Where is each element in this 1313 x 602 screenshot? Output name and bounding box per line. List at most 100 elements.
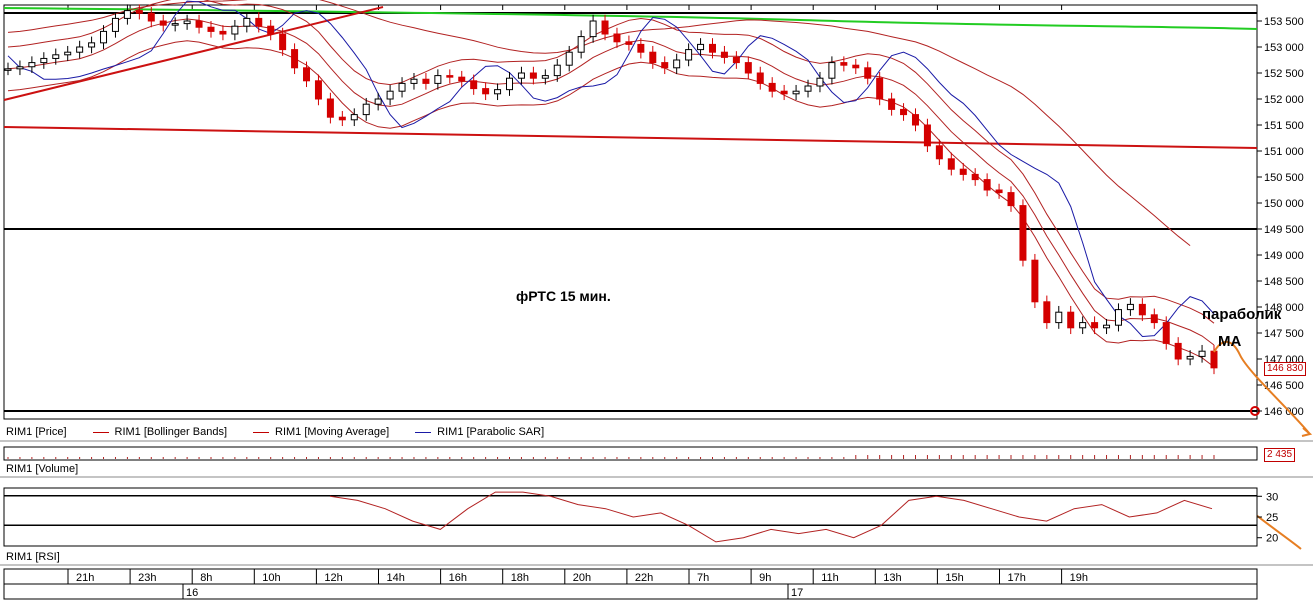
candle-body bbox=[720, 51, 728, 58]
candle-body bbox=[935, 145, 943, 160]
volume-label[interactable]: RIM1 [Volume] bbox=[6, 463, 78, 475]
y-tick-label: 147 500 bbox=[1264, 328, 1304, 340]
candle-body bbox=[577, 36, 585, 53]
time-label: 11h bbox=[821, 572, 839, 584]
rsi-label[interactable]: RIM1 [RSI] bbox=[6, 551, 60, 563]
time-label: 17h bbox=[1008, 572, 1026, 584]
candle-body bbox=[303, 67, 311, 82]
candle-body bbox=[649, 51, 657, 64]
candle-body bbox=[995, 189, 1003, 194]
candle-body bbox=[52, 54, 60, 59]
date-label: 16 bbox=[186, 587, 198, 599]
candle-body bbox=[4, 68, 12, 71]
candle-body bbox=[410, 78, 418, 84]
candle-body bbox=[911, 114, 919, 126]
sar-swatch bbox=[415, 431, 432, 433]
candle-body bbox=[314, 80, 322, 100]
candle-body bbox=[1114, 309, 1122, 326]
candle-body bbox=[135, 10, 143, 14]
candle-body bbox=[625, 41, 633, 45]
legend-bollinger[interactable]: RIM1 [Bollinger Bands] bbox=[92, 426, 227, 438]
legend-parabolic-sar[interactable]: RIM1 [Parabolic SAR] bbox=[415, 426, 544, 438]
candle-body bbox=[685, 49, 693, 61]
time-label: 13h bbox=[883, 572, 901, 584]
candle-body bbox=[123, 10, 131, 19]
candle-body bbox=[470, 80, 478, 90]
bollinger-swatch bbox=[92, 431, 109, 433]
time-label: 21h bbox=[76, 572, 94, 584]
candle-body bbox=[506, 77, 514, 91]
candle-body bbox=[768, 82, 776, 92]
candle-body bbox=[565, 51, 573, 66]
candle-body bbox=[16, 66, 24, 70]
candle-body bbox=[1174, 342, 1182, 360]
candle-body bbox=[601, 20, 609, 35]
candle-body bbox=[291, 49, 299, 69]
candle-body bbox=[1150, 314, 1158, 324]
y-tick-label: 153 500 bbox=[1264, 16, 1304, 28]
candle-body bbox=[1007, 192, 1015, 207]
candle-body bbox=[1126, 303, 1134, 311]
candle-body bbox=[947, 158, 955, 170]
candle-body bbox=[267, 25, 275, 35]
time-label: 14h bbox=[387, 572, 405, 584]
volume-last-tag: 2 435 bbox=[1264, 448, 1296, 462]
candle-body bbox=[183, 20, 191, 25]
candle-body bbox=[1091, 322, 1099, 329]
candle-body bbox=[1210, 350, 1218, 369]
y-tick-label: 149 000 bbox=[1264, 250, 1304, 262]
candle-body bbox=[494, 89, 502, 95]
candle-body bbox=[64, 51, 72, 56]
candle-body bbox=[971, 173, 979, 181]
candle-body bbox=[40, 57, 48, 64]
candle-body bbox=[1067, 311, 1075, 329]
candle-body bbox=[482, 88, 490, 95]
rsi-tick-label: 25 bbox=[1266, 512, 1278, 524]
chart-canvas: 153 500 153 000 152 500 152 000 151 500 151 0… bbox=[0, 0, 1313, 600]
candle-body bbox=[279, 33, 287, 51]
legend-price[interactable]: RIM1 [Price] bbox=[6, 426, 67, 438]
candle-body bbox=[541, 75, 549, 79]
time-label: 10h bbox=[262, 572, 280, 584]
candle-body bbox=[1043, 301, 1051, 324]
candle-body bbox=[195, 20, 203, 28]
chart-legend: RIM1 [Price] RIM1 [Bollinger Bands] RIM1… bbox=[6, 425, 570, 439]
candle-body bbox=[243, 17, 251, 27]
time-label: 15h bbox=[945, 572, 963, 584]
candle-body bbox=[111, 17, 119, 32]
candle-body bbox=[637, 43, 645, 53]
y-tick-label: 150 000 bbox=[1264, 198, 1304, 210]
y-tick-label: 149 500 bbox=[1264, 224, 1304, 236]
candle-body bbox=[159, 20, 167, 26]
time-label: 9h bbox=[759, 572, 771, 584]
candle-body bbox=[446, 75, 454, 78]
time-label: 7h bbox=[697, 572, 709, 584]
ma-swatch bbox=[253, 431, 270, 433]
y-tick-label: 148 500 bbox=[1264, 276, 1304, 288]
candle-body bbox=[1198, 350, 1206, 357]
y-tick-label: 151 500 bbox=[1264, 120, 1304, 132]
legend-moving-average[interactable]: RIM1 [Moving Average] bbox=[253, 426, 389, 438]
time-label: 19h bbox=[1070, 572, 1088, 584]
candle-body bbox=[744, 62, 752, 74]
candle-body bbox=[613, 33, 621, 43]
y-tick-label: 152 000 bbox=[1264, 94, 1304, 106]
candle-body bbox=[458, 76, 466, 82]
chart-title: фРТС 15 мин. bbox=[516, 288, 611, 304]
candle-body bbox=[231, 25, 239, 35]
candle-body bbox=[1031, 259, 1039, 303]
time-label: 20h bbox=[573, 572, 591, 584]
candle-body bbox=[1186, 355, 1194, 360]
candle-body bbox=[350, 114, 358, 121]
candle-body bbox=[28, 62, 36, 68]
time-label: 23h bbox=[138, 572, 156, 584]
annotation-ma: МА bbox=[1218, 333, 1242, 350]
candle-body bbox=[1103, 324, 1111, 329]
candle-body bbox=[338, 116, 346, 121]
y-tick-label: 146 000 bbox=[1264, 406, 1304, 418]
candle-body bbox=[673, 59, 681, 69]
time-label: 18h bbox=[511, 572, 529, 584]
candle-body bbox=[147, 12, 155, 22]
y-tick-label: 151 000 bbox=[1264, 146, 1304, 158]
candle-body bbox=[517, 72, 525, 79]
